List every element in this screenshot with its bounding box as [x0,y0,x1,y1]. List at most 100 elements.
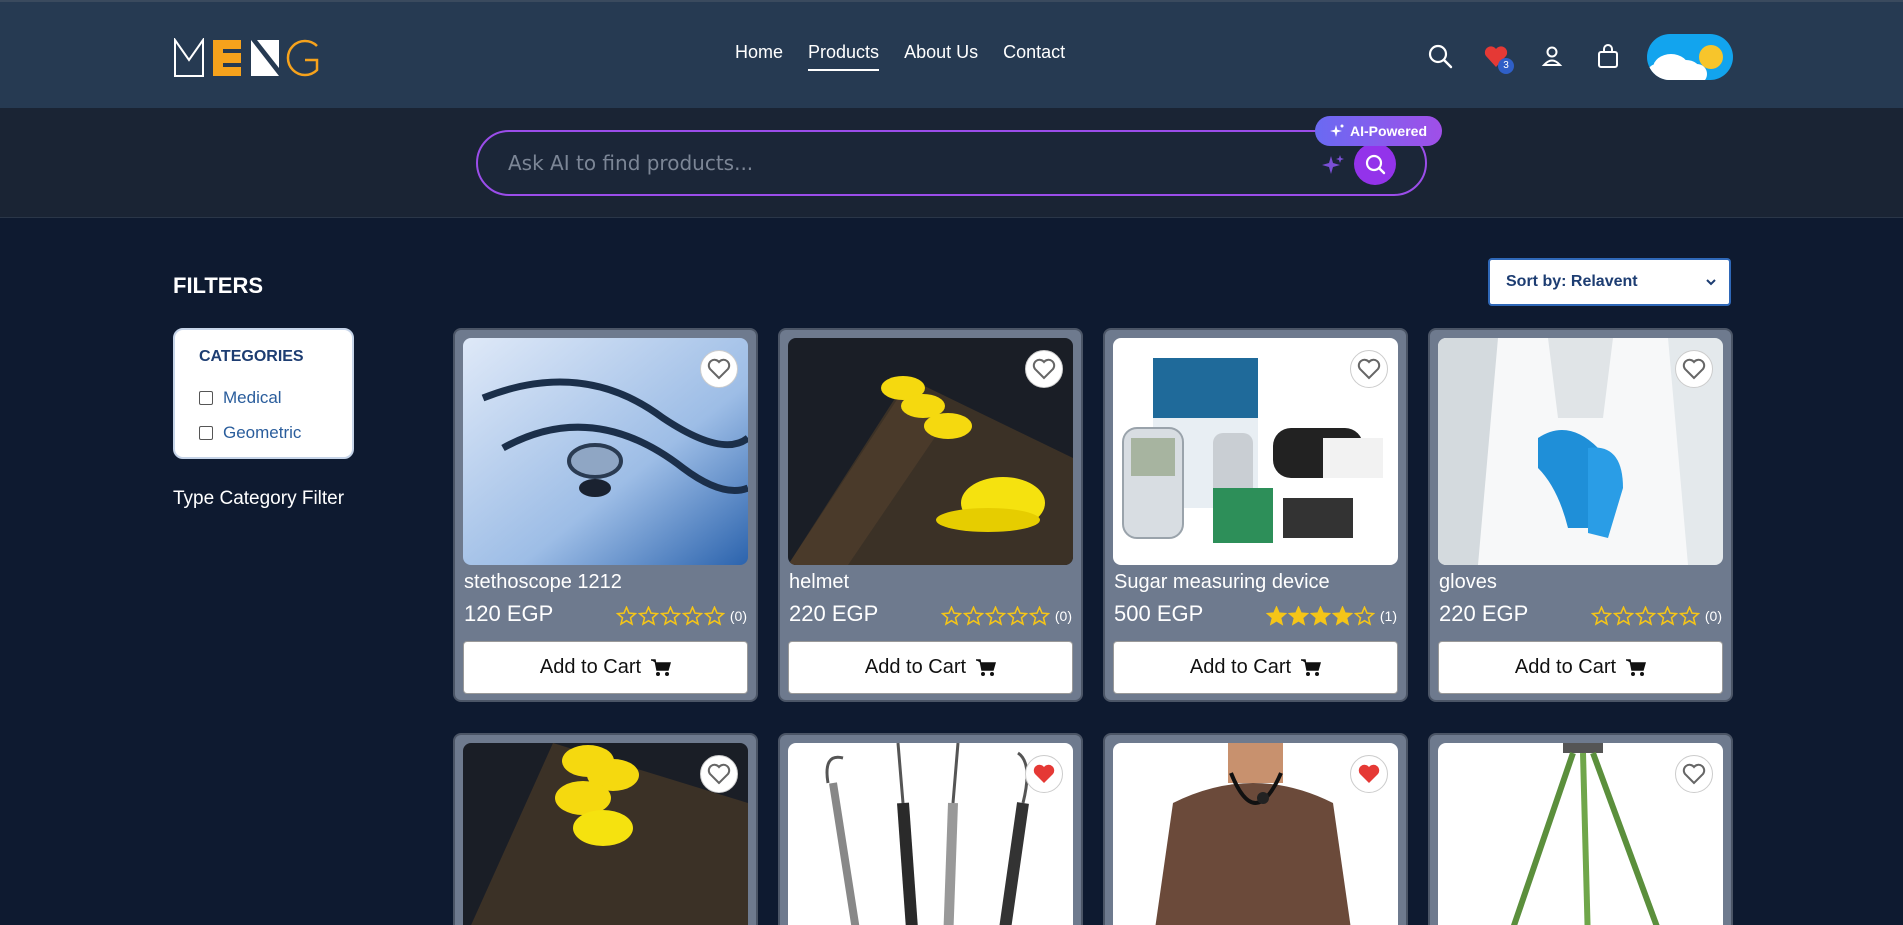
star-empty-icon [1634,606,1656,626]
product-card [1103,733,1408,925]
review-count: (0) [1704,608,1722,624]
star-filled-icon [1309,606,1331,626]
category-label: Medical [223,388,282,407]
product-name[interactable]: helmet [789,571,849,594]
add-to-cart-button[interactable]: Add to Cart [463,641,748,694]
nav-contact[interactable]: Contact [1003,42,1065,71]
theme-toggle[interactable] [1647,34,1733,80]
review-count: (0) [729,608,747,624]
sparkle-icon [1329,124,1344,137]
sparkle-icon [1322,155,1344,174]
nav-products[interactable]: Products [808,42,880,71]
wishlist-toggle[interactable] [1350,350,1388,388]
wishlist-toggle[interactable] [1025,350,1063,388]
star-empty-icon [1656,606,1678,626]
category-checkbox[interactable] [199,391,213,405]
header-actions: 3 [1426,42,1622,74]
product-card [453,733,758,925]
category-checkbox[interactable] [199,426,213,440]
add-to-cart-button[interactable]: Add to Cart [1438,641,1723,694]
wishlist-toggle[interactable] [1350,755,1388,793]
brand-logo[interactable] [173,38,323,78]
cart-icon [976,658,997,676]
star-empty-icon [1678,606,1700,626]
categories-panel: CATEGORIES Medical Geometric [173,328,354,459]
shopping-bag-icon[interactable] [1594,42,1622,70]
categories-title: CATEGORIES [199,348,304,365]
site-header: Home Products About Us Contact 3 [0,0,1903,108]
ai-search-input[interactable] [508,146,1308,180]
star-empty-icon [637,606,659,626]
cart-icon [1626,658,1647,676]
wishlist-heart-icon[interactable]: 3 [1482,42,1514,74]
category-medical[interactable]: Medical [199,388,282,408]
product-rating: (1) [1265,606,1397,626]
star-empty-icon [962,606,984,626]
product-card [778,733,1083,925]
cart-icon [1301,658,1322,676]
star-empty-icon [1353,606,1375,626]
ai-search-box [476,130,1427,196]
heart-outline-icon [707,763,731,785]
product-name[interactable]: stethoscope 1212 [464,571,622,594]
wishlist-toggle[interactable] [700,755,738,793]
add-to-cart-button[interactable]: Add to Cart [788,641,1073,694]
star-empty-icon [615,606,637,626]
heart-outline-icon [1682,763,1706,785]
star-empty-icon [984,606,1006,626]
nav-home[interactable]: Home [735,42,783,71]
product-card: stethoscope 1212 120 EGP (0) Add to Cart [453,328,758,702]
star-empty-icon [659,606,681,626]
chevron-down-icon [1706,279,1716,286]
wishlist-toggle[interactable] [1675,755,1713,793]
star-empty-icon [1612,606,1634,626]
product-card: helmet 220 EGP (0) Add to Cart [778,328,1083,702]
star-empty-icon [1006,606,1028,626]
meng-logo-icon [174,38,319,77]
star-empty-icon [1590,606,1612,626]
nav-about-us[interactable]: About Us [904,42,978,71]
star-empty-icon [1028,606,1050,626]
heart-outline-icon [1357,358,1381,380]
wishlist-toggle[interactable] [1025,755,1063,793]
heart-outline-icon [1682,358,1706,380]
product-card: gloves 220 EGP (0) Add to Cart [1428,328,1733,702]
heart-filled-icon [1358,764,1380,783]
product-card [1428,733,1733,925]
category-label: Geometric [223,423,302,442]
add-to-cart-label: Add to Cart [1189,656,1292,678]
wishlist-count-badge: 3 [1498,58,1514,74]
star-filled-icon [1265,606,1287,626]
ai-powered-badge: AI-Powered [1315,116,1442,146]
user-icon[interactable] [1538,42,1566,70]
sort-label: Sort by: Relavent [1506,273,1638,290]
wishlist-toggle[interactable] [700,350,738,388]
add-to-cart-button[interactable]: Add to Cart [1113,641,1398,694]
star-filled-icon [1331,606,1353,626]
type-category-filter[interactable]: Type Category Filter [173,488,344,510]
wishlist-toggle[interactable] [1675,350,1713,388]
cart-icon [651,658,672,676]
star-empty-icon [703,606,725,626]
review-count: (0) [1054,608,1072,624]
star-empty-icon [940,606,962,626]
search-icon[interactable] [1426,42,1454,70]
product-price: 120 EGP [464,601,554,626]
product-price: 220 EGP [1439,601,1529,626]
add-to-cart-label: Add to Cart [539,656,642,678]
search-icon [1365,154,1386,175]
product-rating: (0) [940,606,1072,626]
heart-outline-icon [1032,358,1056,380]
sort-select[interactable]: Sort by: Relavent [1488,258,1731,306]
category-geometric[interactable]: Geometric [199,423,301,443]
add-to-cart-label: Add to Cart [1514,656,1617,678]
ai-search-button[interactable] [1354,143,1396,185]
main-nav: Home Products About Us Contact [735,42,1065,71]
star-filled-icon [1287,606,1309,626]
add-to-cart-label: Add to Cart [864,656,967,678]
product-name[interactable]: gloves [1439,571,1497,594]
heart-filled-icon [1033,764,1055,783]
product-name[interactable]: Sugar measuring device [1114,571,1330,594]
heart-outline-icon [707,358,731,380]
star-empty-icon [681,606,703,626]
